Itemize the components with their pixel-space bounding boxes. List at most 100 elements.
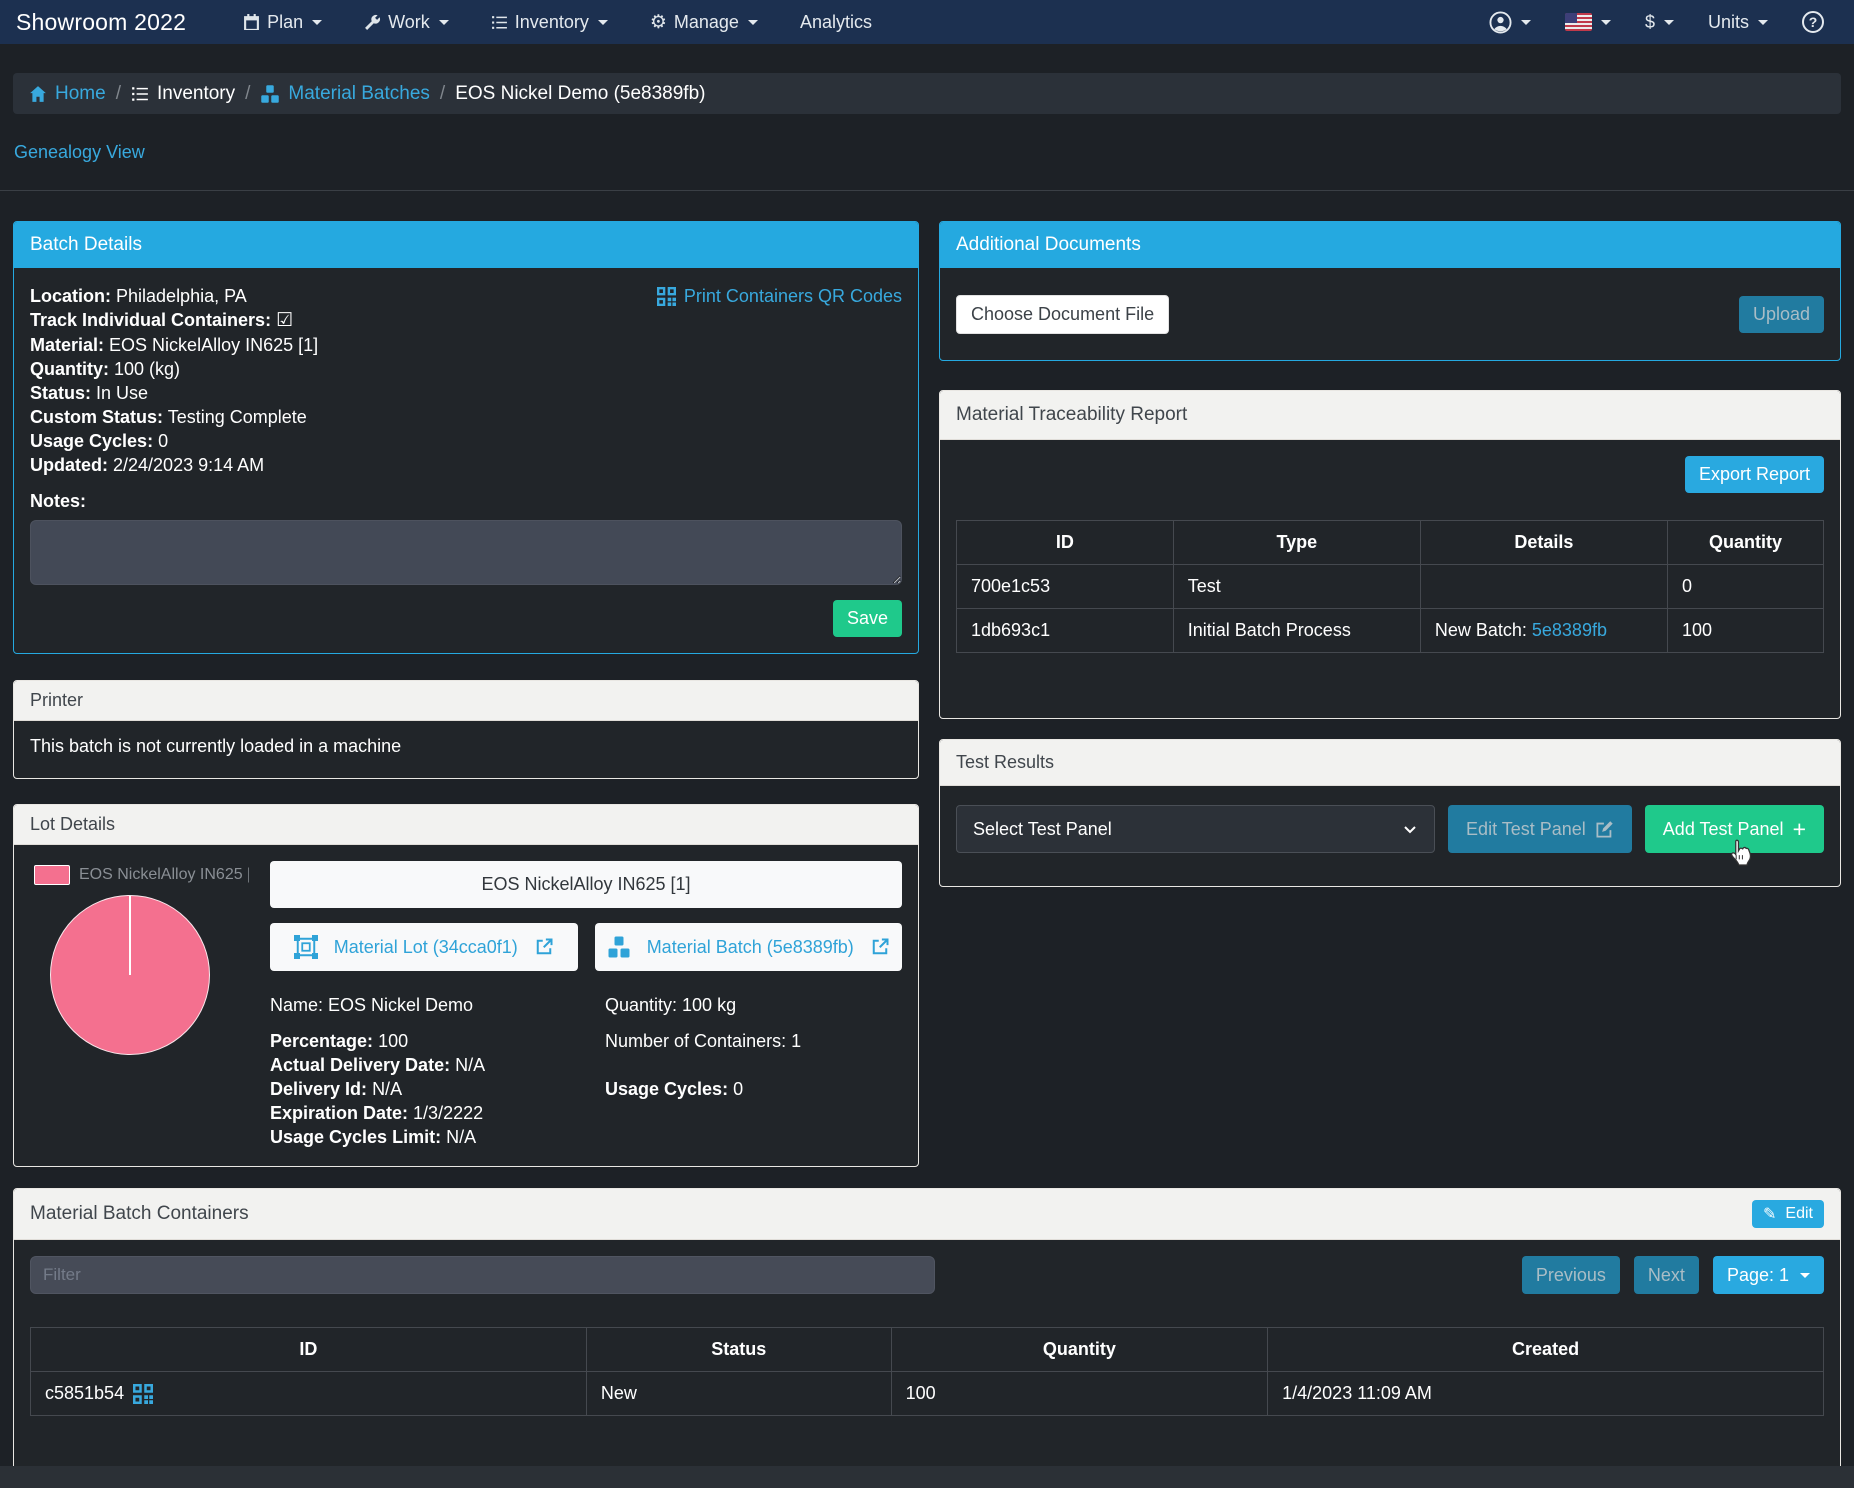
printer-panel: Printer This batch is not currently load… <box>13 680 919 779</box>
edit-containers-button[interactable]: ✎ Edit <box>1752 1200 1824 1228</box>
caret-down-icon <box>312 19 323 25</box>
lot-pie-chart <box>50 895 210 1055</box>
lot-details-panel: Lot Details EOS NickelAlloy IN625 [1] EO… <box>13 804 919 1167</box>
edit-test-panel-label: Edit Test Panel <box>1466 818 1586 839</box>
page-selector-button[interactable]: Page: 1 <box>1712 1256 1824 1294</box>
list-icon <box>131 85 149 103</box>
breadcrumb-separator: / <box>115 82 121 104</box>
material-batch-button[interactable]: Material Batch (5e8389fb) <box>594 923 902 971</box>
nav-manage[interactable]: ⚙ Manage <box>633 12 775 33</box>
delivery-id-value: N/A <box>372 1079 403 1099</box>
external-link-icon <box>870 937 890 957</box>
usage-cycles-value: 0 <box>158 431 169 451</box>
footer-strip <box>0 1466 1854 1488</box>
caret-down-icon <box>438 19 449 25</box>
nav-plan[interactable]: Plan <box>226 12 339 33</box>
pencil-icon: ✎ <box>1763 1206 1777 1223</box>
calendar-icon <box>243 13 260 31</box>
print-containers-qr-link[interactable]: Print Containers QR Codes <box>656 286 902 307</box>
select-test-panel-dropdown[interactable]: Select Test Panel <box>956 805 1436 853</box>
export-report-button[interactable]: Export Report <box>1684 456 1824 493</box>
cubes-icon <box>260 84 280 104</box>
test-results-panel: Test Results Select Test Panel Edit Test… <box>939 739 1841 887</box>
percentage-value: 100 <box>378 1031 409 1051</box>
caret-down-icon <box>747 19 758 25</box>
units-label: Units <box>1707 11 1749 32</box>
column-header-id: ID <box>30 1327 587 1372</box>
container-id-value: c5851b54 <box>45 1383 125 1403</box>
pencil-square-icon <box>1595 820 1614 839</box>
choose-document-file-button[interactable]: Choose Document File <box>956 294 1170 334</box>
nav-work-label: Work <box>388 11 430 32</box>
material-lot-button[interactable]: Material Lot (34cca0f1) <box>270 923 578 971</box>
save-button[interactable]: Save <box>832 600 902 637</box>
usage-cycles-label: Usage Cycles: <box>30 431 154 451</box>
gear-icon: ⚙ <box>649 11 667 33</box>
new-batch-link[interactable]: 5e8389fb <box>1532 620 1607 640</box>
nav-inventory[interactable]: Inventory <box>474 12 625 33</box>
column-header-details: Details <box>1419 520 1668 565</box>
qr-code-icon <box>656 287 676 306</box>
nav-analytics-label: Analytics <box>799 11 872 32</box>
lot-name: Name: EOS Nickel Demo <box>270 995 474 1015</box>
legend-swatch <box>34 865 70 885</box>
usage-cycles-limit-value: N/A <box>446 1127 477 1147</box>
object-group-icon <box>293 935 318 959</box>
navbar-right: $ Units ? <box>1489 11 1838 34</box>
list-icon <box>491 14 508 31</box>
batch-details-panel: Batch Details Print Containers QR Codes … <box>13 221 919 654</box>
add-test-panel-button[interactable]: Add Test Panel + <box>1644 805 1824 853</box>
nav-manage-label: Manage <box>673 11 739 32</box>
wrench-icon <box>364 14 381 31</box>
containers-table: ID Status Quantity Created c5851b54 New … <box>30 1327 1824 1416</box>
caret-down-icon <box>597 19 608 25</box>
legend-label: EOS NickelAlloy IN625 [1] <box>79 866 249 883</box>
custom-status-label: Custom Status: <box>30 407 164 427</box>
help-button[interactable]: ? <box>1802 11 1824 33</box>
filter-input[interactable] <box>30 1256 935 1294</box>
notes-textarea[interactable] <box>30 520 902 585</box>
next-page-button[interactable]: Next <box>1633 1256 1699 1294</box>
cell-type: Test <box>1172 564 1421 609</box>
cell-id: 700e1c53 <box>956 564 1174 609</box>
quantity-label: Quantity: <box>30 359 109 379</box>
print-containers-qr-label: Print Containers QR Codes <box>683 286 902 306</box>
nav-work[interactable]: Work <box>347 12 466 33</box>
cell-quantity: 100 <box>890 1371 1269 1416</box>
genealogy-view-link[interactable]: Genealogy View <box>14 142 145 162</box>
cell-quantity: 0 <box>1666 564 1825 609</box>
material-label: Material: <box>30 335 105 355</box>
plus-icon: + <box>1792 815 1806 842</box>
nav-analytics[interactable]: Analytics <box>783 12 889 33</box>
chevron-down-icon <box>1402 821 1418 837</box>
lot-quantity: Quantity: 100 kg <box>605 995 737 1015</box>
question-circle-icon: ? <box>1802 11 1824 33</box>
breadcrumb-home-label: Home <box>55 82 106 104</box>
edit-test-panel-button[interactable]: Edit Test Panel <box>1448 805 1632 853</box>
language-menu[interactable] <box>1564 13 1611 31</box>
previous-page-button[interactable]: Previous <box>1521 1256 1620 1294</box>
cell-details <box>1419 564 1668 609</box>
breadcrumb-material-batches[interactable]: Material Batches <box>260 83 430 105</box>
traceability-header: Material Traceability Report <box>940 391 1840 440</box>
add-test-panel-label: Add Test Panel <box>1662 818 1784 839</box>
checkbox-checked-icon[interactable]: ☑ <box>276 310 293 331</box>
breadcrumb: Home / Inventory / Material Batches / EO… <box>13 73 1841 114</box>
containers-header: Material Batch Containers <box>30 1203 249 1224</box>
qr-code-icon[interactable] <box>133 1383 154 1404</box>
caret-down-icon <box>1520 19 1531 25</box>
notes-label: Notes: <box>30 491 87 511</box>
lot-usage-cycles-value: 0 <box>733 1079 744 1099</box>
edit-containers-label: Edit <box>1785 1205 1813 1222</box>
app-title: Showroom 2022 <box>16 8 187 35</box>
currency-menu[interactable]: $ <box>1645 12 1674 33</box>
column-header-quantity: Quantity <box>1666 520 1825 565</box>
breadcrumb-inventory[interactable]: Inventory <box>131 83 235 105</box>
cell-quantity: 100 <box>1666 608 1825 653</box>
table-row: 1db693c1 Initial Batch Process New Batch… <box>956 608 1825 653</box>
breadcrumb-home[interactable]: Home <box>29 83 106 105</box>
test-results-header: Test Results <box>940 740 1840 786</box>
user-menu[interactable] <box>1489 11 1531 34</box>
units-menu[interactable]: Units <box>1708 12 1768 33</box>
upload-button[interactable]: Upload <box>1738 295 1824 333</box>
